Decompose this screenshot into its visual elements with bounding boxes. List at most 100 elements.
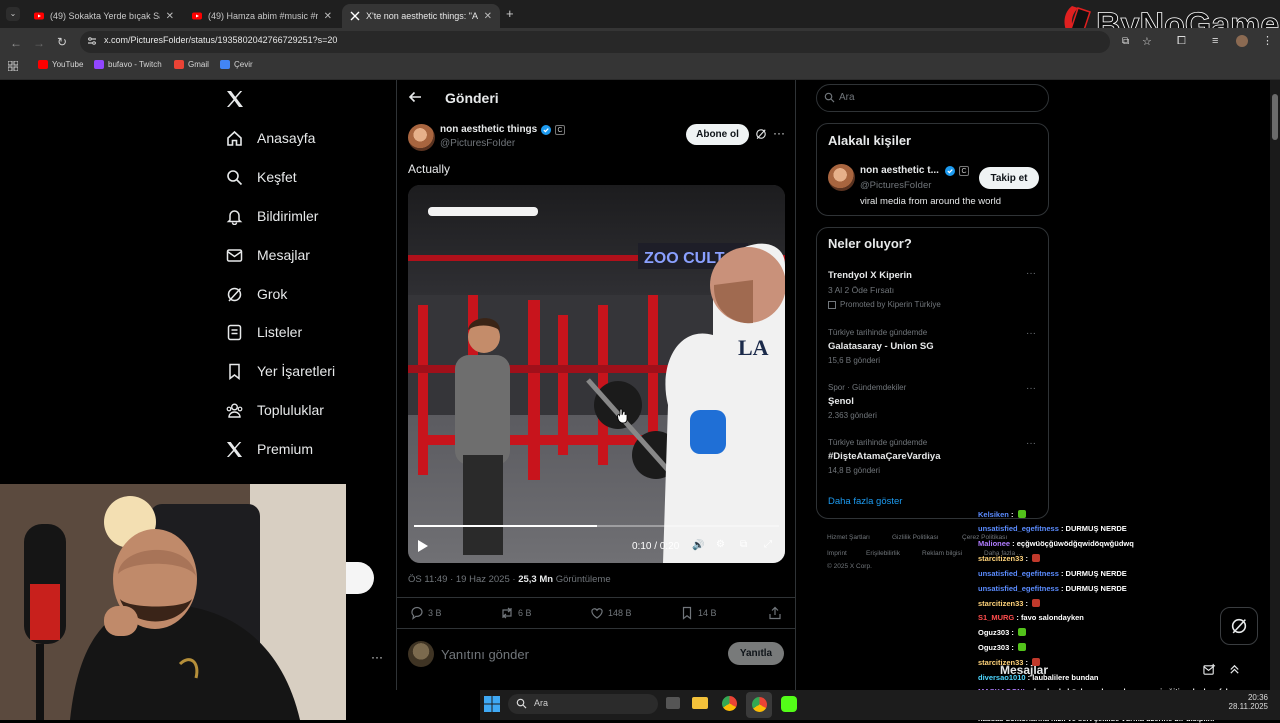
reply-button[interactable]: Yanıtla <box>728 642 784 665</box>
bookmark-translate[interactable]: Çevir <box>220 60 253 69</box>
chrome-icon[interactable] <box>752 697 767 712</box>
chat-username[interactable]: starcitizen33 <box>978 554 1023 563</box>
more-options-icon[interactable]: ··· <box>1026 438 1036 449</box>
pip-icon[interactable]: ⧉ <box>740 539 747 550</box>
reload-icon[interactable]: ↻ <box>57 35 67 49</box>
footer-privacy[interactable]: Gizlilik Politikası <box>892 534 939 541</box>
more-options-icon[interactable]: ··· <box>1026 268 1036 279</box>
media-icon[interactable]: ≡ <box>1212 35 1218 47</box>
video-player[interactable]: ZOO CULT LA 0:10 / 0:20 🔊 ⚙ ⧉ ⤢ <box>408 185 785 563</box>
chat-username[interactable]: starcitizen33 <box>978 658 1023 667</box>
scrollbar[interactable] <box>1270 80 1280 690</box>
chat-username[interactable]: S1_MURG <box>978 613 1014 622</box>
nav-messages[interactable]: Mesajlar <box>226 243 310 267</box>
chat-username[interactable]: Oguz303 <box>978 628 1009 637</box>
nav-grok[interactable]: Grok <box>226 282 287 306</box>
forward-icon[interactable]: → <box>33 36 45 50</box>
close-icon[interactable]: ✕ <box>324 11 332 22</box>
nav-premium[interactable]: Premium <box>226 437 313 461</box>
taskbar-search[interactable]: Ara <box>508 694 658 714</box>
nav-lists[interactable]: Listeler <box>226 320 302 344</box>
star-icon[interactable]: ☆ <box>1142 35 1152 48</box>
fullscreen-icon[interactable]: ⤢ <box>764 539 772 550</box>
chat-username[interactable]: diversao1010 <box>978 673 1026 682</box>
browser-tab-active[interactable]: X'te non aesthetic things: "Actu ✕ <box>342 4 500 28</box>
author-handle[interactable]: @PicturesFoIder <box>440 138 515 149</box>
chat-separator: : <box>1023 599 1031 608</box>
nav-home[interactable]: Anasayfa <box>226 126 315 150</box>
browser-tab[interactable]: (49) Hamza abim #music #rap ✕ <box>184 4 340 28</box>
chat-username[interactable]: unsatisfied_egefitness <box>978 584 1059 593</box>
chat-username[interactable]: Kelsiken <box>978 510 1009 519</box>
new-message-icon[interactable] <box>1203 663 1216 676</box>
author-avatar[interactable] <box>408 124 435 151</box>
nav-bookmarks[interactable]: Yer İşaretleri <box>226 359 335 383</box>
footer-accessibility[interactable]: Erişilebilirlik <box>866 550 900 557</box>
tab-search-button[interactable]: ⌄ <box>6 7 20 21</box>
video-progress-track[interactable] <box>414 525 779 527</box>
share-icon[interactable] <box>768 606 782 620</box>
x-logo[interactable] <box>226 90 244 108</box>
grok-floating-button[interactable] <box>1220 607 1258 645</box>
apps-icon[interactable] <box>8 61 18 71</box>
extensions-icon[interactable]: ⧠ <box>1177 35 1186 48</box>
task-view-icon[interactable] <box>666 697 680 709</box>
reply-action[interactable]: 3 B <box>410 606 442 620</box>
related-avatar[interactable] <box>828 164 855 191</box>
chat-username[interactable]: starcitizen33 <box>978 599 1023 608</box>
trend-item[interactable]: Spor · Gündemdekiler Şenol 2.363 gönderi… <box>816 380 1049 428</box>
show-more-link[interactable]: Daha fazla göster <box>828 496 902 507</box>
browser-tab[interactable]: (49) Sokakta Yerde bıçak Saldırı ✕ <box>26 4 182 28</box>
chrome-icon[interactable] <box>722 696 737 711</box>
trend-item[interactable]: Türkiye tarihinde gündemde Galatasaray -… <box>816 325 1049 373</box>
nav-notifications[interactable]: Bildirimler <box>226 204 318 228</box>
like-action[interactable]: 148 B <box>590 606 632 620</box>
new-tab-button[interactable]: + <box>506 7 514 20</box>
chevron-up-icon[interactable] <box>1228 663 1241 676</box>
more-options-icon[interactable]: ··· <box>371 650 383 664</box>
bookmark-youtube[interactable]: YouTube <box>38 60 83 69</box>
nav-communities[interactable]: Topluluklar <box>226 398 324 422</box>
reply-input[interactable]: Yanıtını gönder <box>441 647 529 662</box>
play-icon[interactable] <box>418 540 428 552</box>
footer-imprint[interactable]: Imprint <box>827 550 847 557</box>
bookmark-action[interactable]: 14 B <box>680 606 717 620</box>
install-icon[interactable]: ⧉ <box>1122 36 1129 47</box>
repost-action[interactable]: 6 B <box>500 606 532 620</box>
trend-item[interactable]: Türkiye tarihinde gündemde #DişteAtamaÇa… <box>816 435 1049 483</box>
nav-post-button-partial[interactable] <box>346 562 374 594</box>
author-name[interactable]: non aesthetic things <box>440 124 537 135</box>
back-icon[interactable]: ← <box>10 36 22 50</box>
subscribe-button[interactable]: Abone ol <box>686 124 749 145</box>
trend-item[interactable]: Trendyol X Kiperin 3 Al 2 Öde Fırsatı Pr… <box>816 262 1049 314</box>
chat-username[interactable]: unsatisfied_egefitness <box>978 524 1059 533</box>
chat-message: Oguz303 : <box>978 628 1026 637</box>
grok-icon[interactable] <box>755 128 767 140</box>
follow-button[interactable]: Takip et <box>979 167 1039 189</box>
nav-explore[interactable]: Keşfet <box>226 165 297 189</box>
footer-terms[interactable]: Hizmet Şartları <box>827 534 870 541</box>
file-explorer-icon[interactable] <box>692 697 708 709</box>
menu-icon[interactable]: ⋮ <box>1262 34 1273 47</box>
scrollbar-thumb[interactable] <box>1272 94 1278 140</box>
more-options-icon[interactable]: ··· <box>773 126 785 140</box>
bookmark-twitch[interactable]: bufavo - Twitch <box>94 60 162 69</box>
site-info-icon[interactable] <box>87 36 97 46</box>
back-button[interactable] <box>407 89 423 105</box>
profile-avatar[interactable] <box>1236 35 1248 47</box>
chat-username[interactable]: Oguz303 <box>978 643 1009 652</box>
close-icon[interactable]: ✕ <box>484 11 492 22</box>
settings-icon[interactable]: ⚙ <box>716 539 725 550</box>
footer-ads-info[interactable]: Reklam bilgisi <box>922 550 962 557</box>
volume-icon[interactable]: 🔊 <box>692 540 704 551</box>
related-name[interactable]: non aesthetic t... <box>860 165 939 176</box>
chat-username[interactable]: Malionee <box>978 539 1010 548</box>
chat-username[interactable]: unsatisfied_egefitness <box>978 569 1059 578</box>
video-frame: ZOO CULT LA <box>408 185 785 563</box>
more-options-icon[interactable]: ··· <box>1026 328 1036 339</box>
close-icon[interactable]: ✕ <box>166 11 174 22</box>
kick-icon[interactable] <box>781 696 797 712</box>
bookmark-gmail[interactable]: Gmail <box>174 60 209 69</box>
windows-start-icon[interactable] <box>484 696 500 712</box>
more-options-icon[interactable]: ··· <box>1026 383 1036 394</box>
